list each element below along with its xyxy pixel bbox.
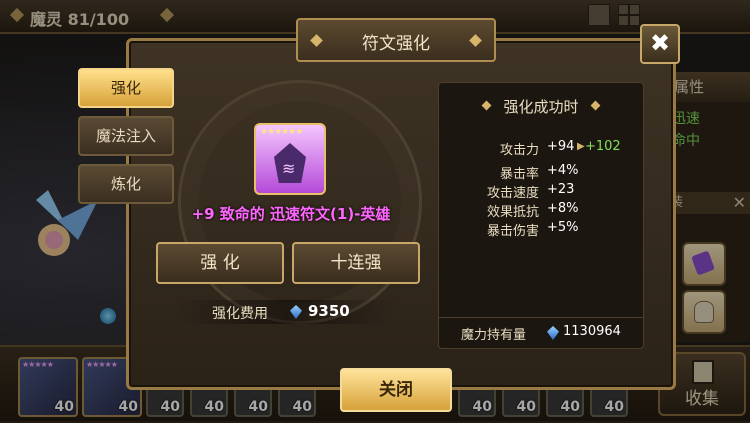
close-button[interactable]: ✖ [640, 24, 680, 64]
upgrade-ten-button[interactable]: 十连强 [292, 242, 420, 284]
sub-stat-label: 攻击速度 [486, 186, 539, 201]
arrow-right-icon: ▶ [577, 141, 585, 152]
cost-value: 9350 [308, 302, 350, 320]
close-icon: ✖ [649, 29, 671, 57]
main-stat-value: +94 [547, 139, 575, 154]
cost-label: 强化费用 [212, 306, 268, 322]
sub-stat-value: +5% [547, 220, 579, 235]
tab-upgrade[interactable]: 强化 [78, 68, 174, 108]
rune-name: +9 致命的 迅速符文(1)-英雄 [191, 205, 391, 223]
sub-stat-label: 效果抵抗 [486, 205, 539, 220]
rune-star-rating: ★★★★★★ [260, 127, 303, 137]
magic-circle [178, 80, 422, 324]
result-title: 强化成功时 [503, 98, 579, 116]
rune-item[interactable]: ★★★★★★ ≋ [254, 123, 326, 195]
crystal-icon [290, 305, 302, 319]
upgrade-button[interactable]: 强 化 [156, 242, 284, 284]
rune-glyph: ≋ [282, 159, 296, 178]
tab-enchant[interactable]: 魔法注入 [78, 116, 174, 156]
mana-value: 1130964 [563, 324, 621, 339]
upgrade-cost: 强化费用 9350 [176, 300, 396, 324]
dialog-title: 符文强化 [362, 34, 430, 54]
dialog-title-plate: 符文强化 [296, 18, 496, 62]
sub-stat-value: +8% [547, 201, 579, 216]
sub-stat-value: +4% [547, 163, 579, 178]
mana-holdings: 魔力持有量 1130964 [439, 317, 643, 348]
upgrade-result-panel: 强化成功时 攻击力 +94 ▶ +102 暴击率 +4% 攻击速度 +23 效果… [438, 82, 644, 349]
sub-stat-value: +23 [547, 182, 575, 197]
sub-stat-label: 暴击率 [499, 167, 539, 182]
crystal-icon [547, 326, 559, 340]
close-dialog-button[interactable]: 关闭 [340, 368, 452, 412]
mana-label: 魔力持有量 [461, 328, 527, 343]
main-stat-new-value: +102 [585, 139, 621, 154]
sub-stat-label: 暴击伤害 [486, 224, 539, 239]
tab-refine[interactable]: 炼化 [78, 164, 174, 204]
main-stat-label: 攻击力 [499, 143, 539, 158]
